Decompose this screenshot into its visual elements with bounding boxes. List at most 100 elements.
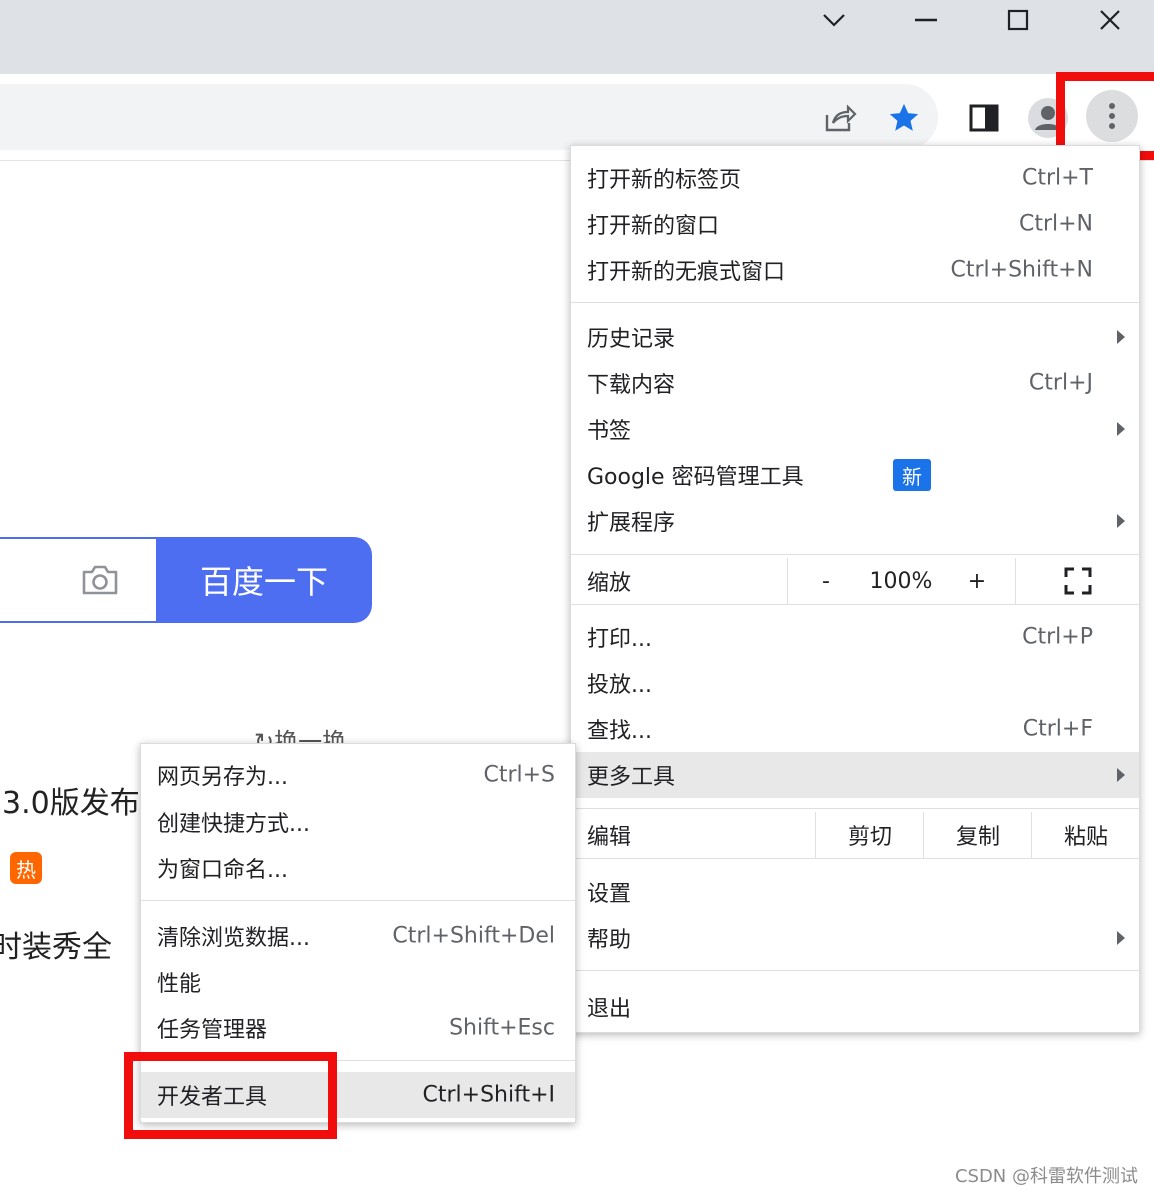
fullscreen-icon — [1064, 567, 1092, 595]
new-badge: 新 — [893, 459, 931, 491]
menu-item-find[interactable]: 查找... Ctrl+F — [571, 706, 1139, 752]
fullscreen-button[interactable] — [1015, 558, 1140, 604]
zoom-plus-label: + — [967, 568, 987, 594]
menu-item-print[interactable]: 打印... Ctrl+P — [571, 614, 1139, 660]
zoom-in-button[interactable]: + — [939, 558, 1015, 604]
menu-item-label: 更多工具 — [587, 765, 676, 790]
menu-item-save-page-as[interactable]: 网页另存为... Ctrl+S — [141, 752, 575, 798]
menu-item-performance[interactable]: 性能 — [141, 959, 575, 1005]
menu-item-cast[interactable]: 投放... — [571, 660, 1139, 706]
menu-item-label: 投放... — [587, 673, 652, 698]
menu-item-label: 网页另存为... — [157, 765, 288, 790]
watermark: CSDN @科雷软件测试 — [954, 1166, 1138, 1187]
edit-label: 编辑 — [587, 825, 632, 850]
menu-item-label: 查找... — [587, 719, 652, 744]
menu-item-label: 打开新的标签页 — [587, 168, 742, 193]
camera-icon[interactable] — [76, 560, 124, 600]
share-icon[interactable] — [818, 98, 862, 138]
menu-item-task-manager[interactable]: 任务管理器 Shift+Esc — [141, 1005, 575, 1051]
zoom-value: 100% — [863, 558, 939, 604]
zoom-out-button[interactable]: - — [787, 558, 864, 604]
menu-item-shortcut: Ctrl+T — [1021, 165, 1093, 191]
refresh-icon: ↻ — [254, 728, 275, 744]
copy-button[interactable]: 复制 — [923, 812, 1032, 858]
menu-item-label: 退出 — [587, 997, 632, 1022]
zoom-label: 缩放 — [587, 571, 632, 596]
menu-separator — [571, 808, 1139, 809]
title-bar — [0, 0, 1154, 74]
news-item-2[interactable]: 时装秀全 — [0, 922, 112, 966]
menu-item-label: 创建快捷方式... — [157, 812, 310, 837]
menu-separator — [571, 970, 1139, 971]
zoom-value-label: 100% — [869, 568, 933, 594]
zoom-minus-label: - — [822, 568, 830, 594]
submenu-arrow-icon — [1117, 768, 1125, 782]
menu-separator — [571, 554, 1139, 555]
menu-item-create-shortcut[interactable]: 创建快捷方式... — [141, 799, 575, 845]
menu-item-label: 打开新的窗口 — [587, 214, 720, 239]
menu-item-label: 下载内容 — [587, 373, 676, 398]
menu-item-help[interactable]: 帮助 — [571, 915, 1139, 961]
menu-item-label: 打开新的无痕式窗口 — [587, 260, 786, 285]
menu-item-downloads[interactable]: 下载内容 Ctrl+J — [571, 360, 1139, 406]
news-item-1[interactable]: 3.0版发布 — [2, 778, 140, 822]
chevron-down-icon[interactable] — [814, 6, 854, 34]
menu-item-history[interactable]: 历史记录 — [571, 314, 1139, 360]
chrome-main-menu: 打开新的标签页 Ctrl+T 打开新的窗口 Ctrl+N 打开新的无痕式窗口 C… — [570, 145, 1140, 1033]
menu-item-label: 帮助 — [587, 928, 632, 953]
refresh-label: 换一换 — [274, 728, 347, 744]
menu-item-password-manager[interactable]: Google 密码管理工具 新 — [571, 452, 1139, 498]
hot-badge: 热 — [10, 852, 42, 884]
menu-item-label: 书签 — [587, 419, 632, 444]
menu-item-label: 打印... — [587, 627, 652, 652]
menu-separator — [571, 302, 1139, 303]
submenu-arrow-icon — [1117, 422, 1125, 436]
minimize-icon[interactable] — [906, 6, 946, 34]
cut-button[interactable]: 剪切 — [815, 812, 924, 858]
paste-label: 粘贴 — [1063, 825, 1108, 850]
paste-button[interactable]: 粘贴 — [1031, 812, 1140, 858]
menu-item-label: 清除浏览数据... — [157, 926, 310, 951]
close-icon[interactable] — [1090, 6, 1130, 34]
menu-item-new-incognito-window[interactable]: 打开新的无痕式窗口 Ctrl+Shift+N — [571, 247, 1139, 293]
menu-item-exit[interactable]: 退出 — [571, 984, 1139, 1030]
menu-separator — [571, 604, 1139, 605]
menu-item-shortcut: Shift+Esc — [449, 1015, 555, 1041]
cut-label: 剪切 — [847, 825, 892, 850]
menu-item-clear-browsing-data[interactable]: 清除浏览数据... Ctrl+Shift+Del — [141, 913, 575, 959]
menu-item-label: 设置 — [587, 882, 632, 907]
submenu-arrow-icon — [1117, 330, 1125, 344]
menu-item-shortcut: Ctrl+P — [1022, 624, 1093, 650]
menu-item-new-window[interactable]: 打开新的窗口 Ctrl+N — [571, 201, 1139, 247]
side-panel-icon[interactable] — [962, 96, 1006, 140]
maximize-icon[interactable] — [998, 6, 1038, 34]
menu-item-shortcut: Ctrl+S — [483, 762, 555, 788]
menu-item-name-window[interactable]: 为窗口命名... — [141, 845, 575, 891]
copy-label: 复制 — [955, 825, 1000, 850]
star-icon[interactable] — [882, 96, 926, 140]
menu-item-label: Google 密码管理工具 — [587, 465, 804, 490]
menu-item-label: 任务管理器 — [157, 1018, 268, 1043]
menu-zoom-row: 缩放 - 100% + — [571, 558, 1139, 604]
address-bar[interactable] — [0, 84, 938, 150]
developer-tools-highlight — [124, 1052, 337, 1139]
menu-item-shortcut: Ctrl+N — [1018, 211, 1093, 237]
menu-item-more-tools[interactable]: 更多工具 — [571, 752, 1139, 798]
refresh-link[interactable]: ↻换一换 — [254, 722, 346, 744]
menu-separator — [141, 900, 575, 901]
menu-item-label: 为窗口命名... — [157, 858, 288, 883]
menu-item-label: 历史记录 — [587, 327, 676, 352]
menu-item-bookmarks[interactable]: 书签 — [571, 406, 1139, 452]
menu-item-extensions[interactable]: 扩展程序 — [571, 498, 1139, 544]
submenu-arrow-icon — [1117, 931, 1125, 945]
menu-item-settings[interactable]: 设置 — [571, 869, 1139, 915]
submenu-arrow-icon — [1117, 514, 1125, 528]
menu-item-shortcut: Ctrl+Shift+I — [422, 1082, 555, 1108]
search-button[interactable]: 百度一下 — [156, 537, 372, 623]
menu-item-new-tab[interactable]: 打开新的标签页 Ctrl+T — [571, 155, 1139, 201]
menu-item-shortcut: Ctrl+Shift+N — [950, 257, 1093, 283]
menu-edit-row: 编辑 剪切 复制 粘贴 — [571, 812, 1139, 858]
menu-item-label: 扩展程序 — [587, 511, 676, 536]
menu-item-shortcut: Ctrl+F — [1022, 716, 1093, 742]
menu-item-shortcut: Ctrl+Shift+Del — [392, 923, 555, 949]
